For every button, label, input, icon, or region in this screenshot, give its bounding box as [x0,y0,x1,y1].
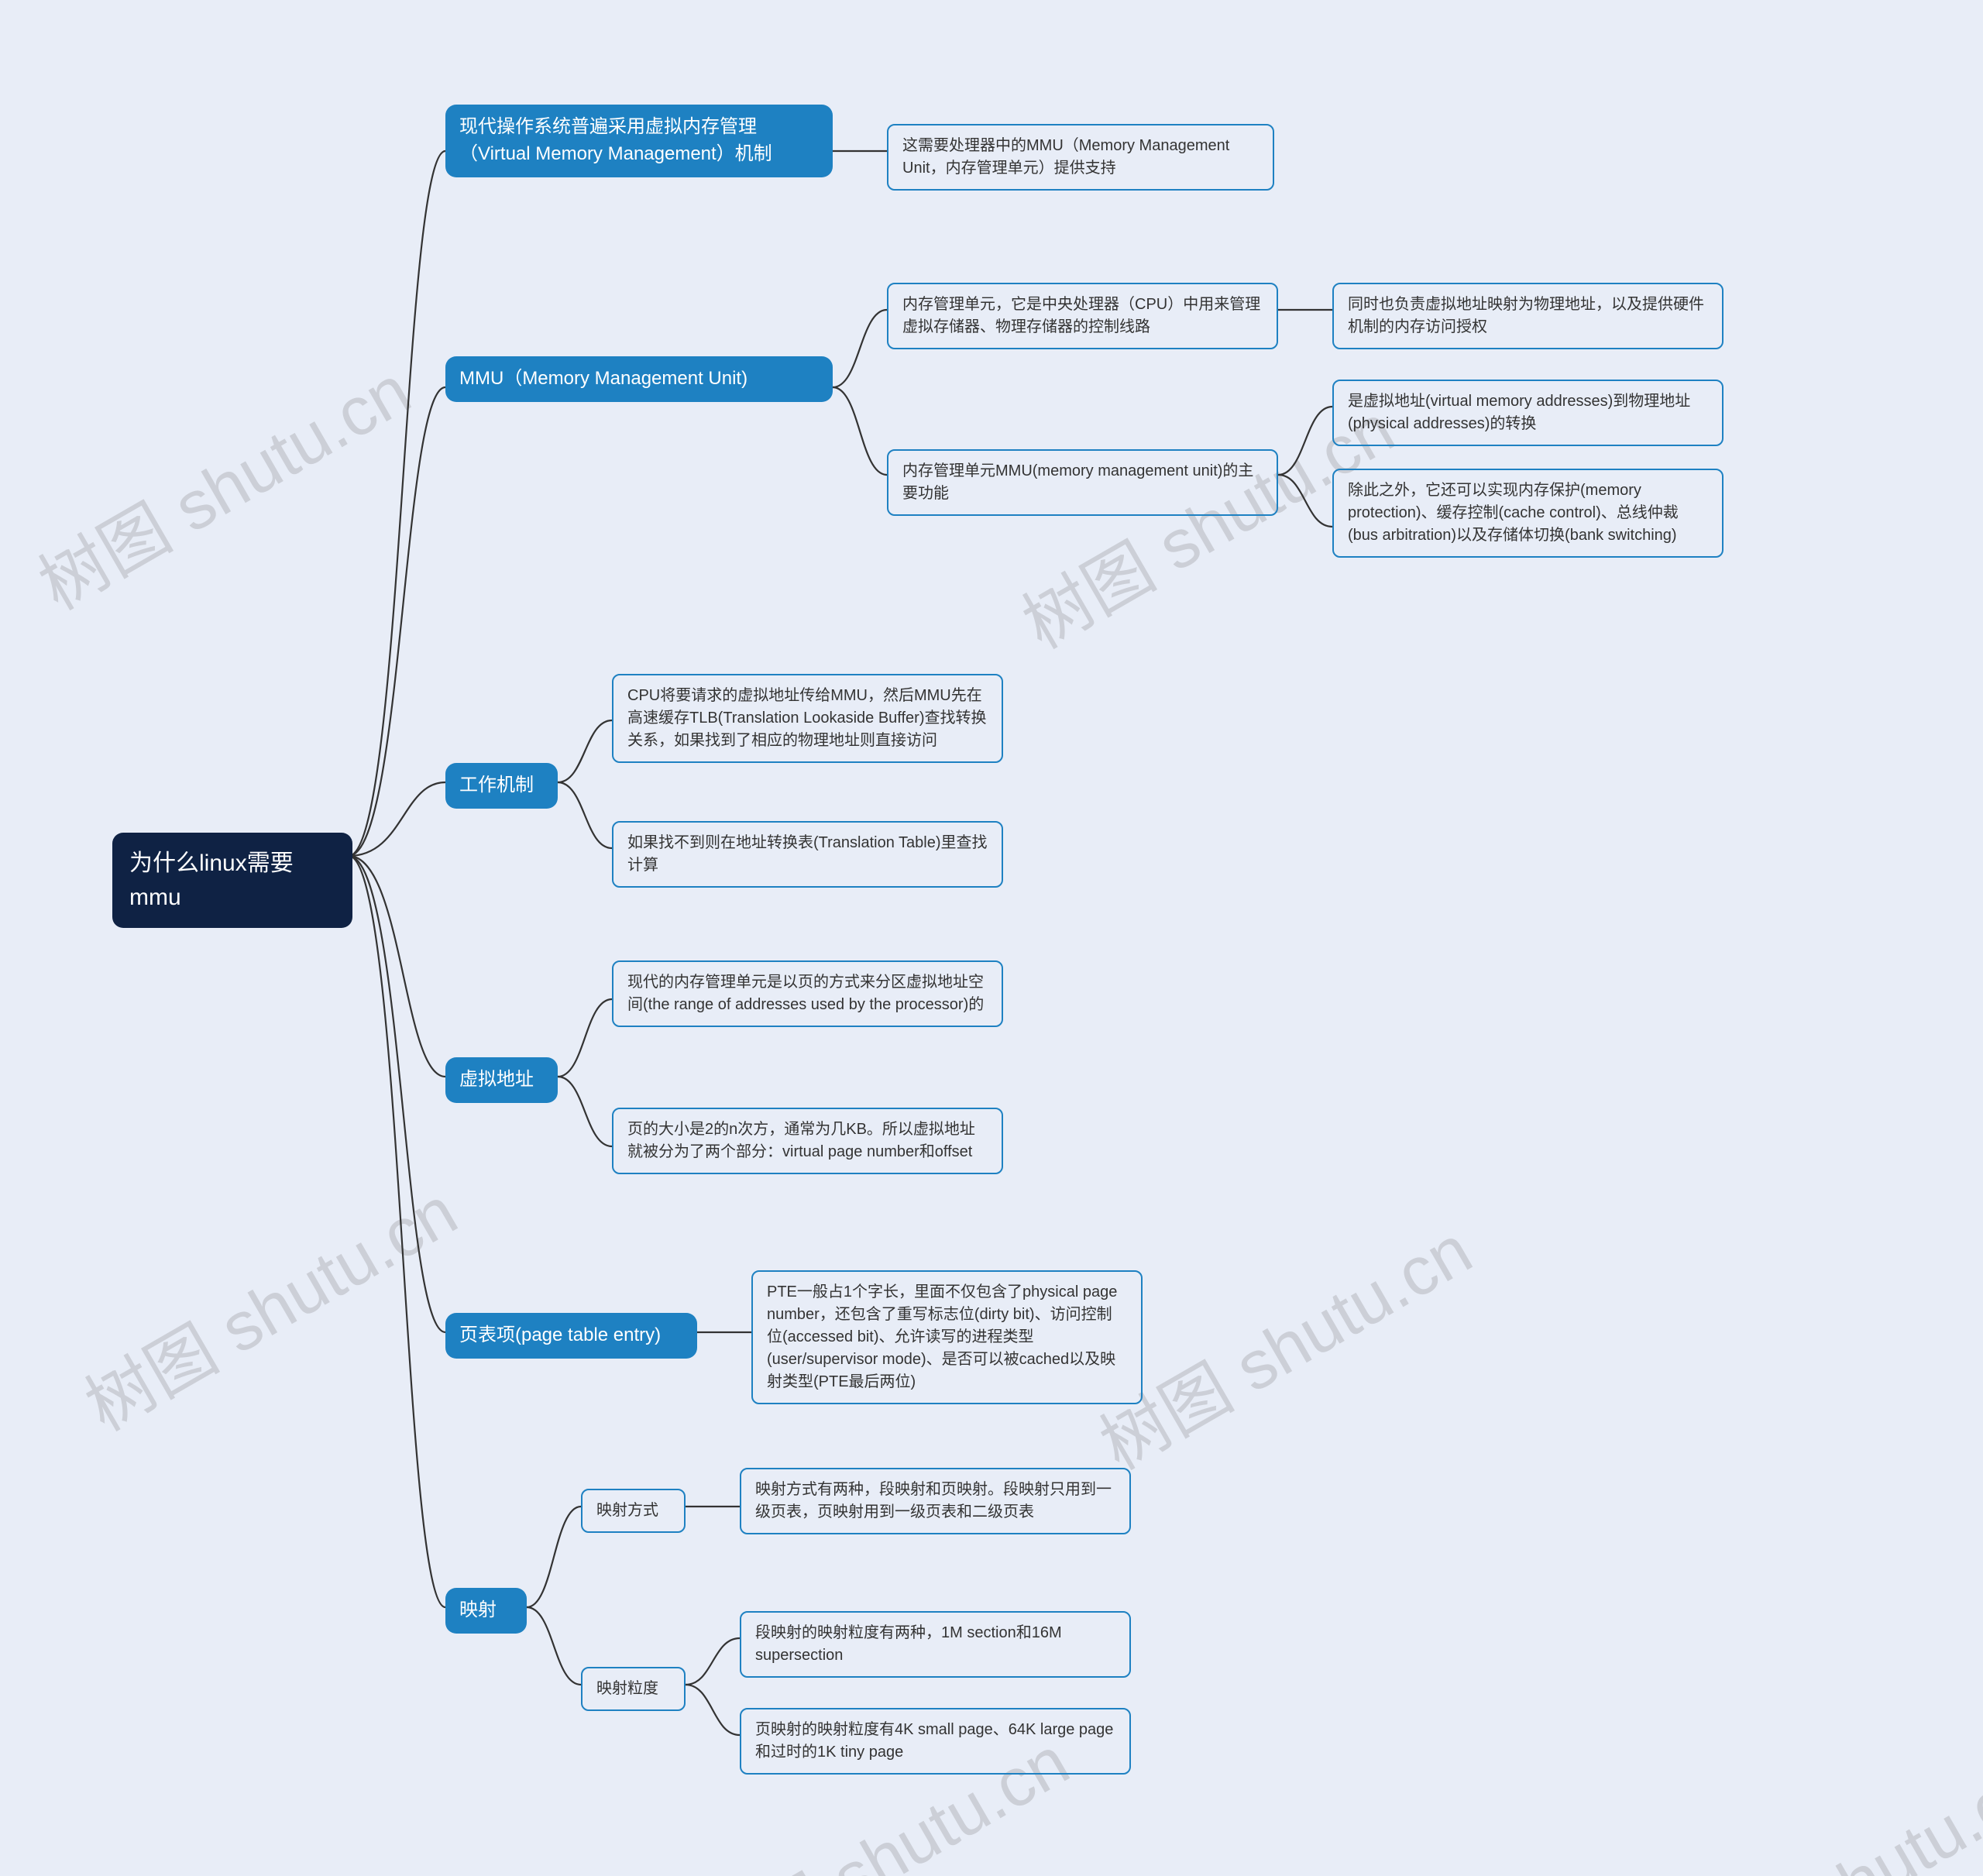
topic-virtual-address[interactable]: 虚拟地址 [445,1057,558,1103]
sub-map-modes[interactable]: 映射方式有两种，段映射和页映射。段映射只用到一级页表，页映射用到一级页表和二级页… [740,1468,1131,1534]
sub-vmm-requires-mmu[interactable]: 这需要处理器中的MMU（Memory Management Unit，内存管理单… [887,124,1274,191]
sub-vaddr-paging[interactable]: 现代的内存管理单元是以页的方式来分区虚拟地址空间(the range of ad… [612,960,1003,1027]
sub-vaddr-page-size[interactable]: 页的大小是2的n次方，通常为几KB。所以虚拟地址就被分为了两个部分：virtua… [612,1108,1003,1174]
sub-map-granularity-label[interactable]: 映射粒度 [581,1667,686,1711]
watermark: 树图 shutu.cn [65,1158,472,1450]
topic-vmm[interactable]: 现代操作系统普遍采用虚拟内存管理（Virtual Memory Manageme… [445,105,833,177]
sub-map-mode-label[interactable]: 映射方式 [581,1489,686,1533]
sub-mmu-translate[interactable]: 是虚拟地址(virtual memory addresses)到物理地址(phy… [1332,380,1724,446]
watermark: 树图 shutu.cn [1653,1731,1983,1876]
sub-mmu-main-functions[interactable]: 内存管理单元MMU(memory management unit)的主要功能 [887,449,1278,516]
root-node[interactable]: 为什么linux需要mmu [112,833,352,928]
sub-mmu-mapping-auth[interactable]: 同时也负责虚拟地址映射为物理地址，以及提供硬件机制的内存访问授权 [1332,283,1724,349]
sub-mmu-definition[interactable]: 内存管理单元，它是中央处理器（CPU）中用来管理虚拟存储器、物理存储器的控制线路 [887,283,1278,349]
topic-mmu[interactable]: MMU（Memory Management Unit) [445,356,833,402]
sub-pte-contents[interactable]: PTE一般占1个字长，里面不仅包含了physical page number，还… [751,1270,1143,1404]
topic-mechanism[interactable]: 工作机制 [445,763,558,809]
connector-layer [0,0,1983,1876]
mindmap-canvas: 树图 shutu.cn 树图 shutu.cn 树图 shutu.cn 树图 s… [0,0,1983,1876]
topic-pte[interactable]: 页表项(page table entry) [445,1313,697,1359]
topic-mapping[interactable]: 映射 [445,1588,527,1634]
watermark: 树图 shutu.cn [19,337,425,629]
sub-mech-tlb[interactable]: CPU将要请求的虚拟地址传给MMU，然后MMU先在高速缓存TLB(Transla… [612,674,1003,763]
sub-mmu-other-functions[interactable]: 除此之外，它还可以实现内存保护(memory protection)、缓存控制(… [1332,469,1724,558]
sub-mech-translation-table[interactable]: 如果找不到则在地址转换表(Translation Table)里查找计算 [612,821,1003,888]
sub-map-page-granularity[interactable]: 页映射的映射粒度有4K small page、64K large page和过时… [740,1708,1131,1775]
sub-map-section-granularity[interactable]: 段映射的映射粒度有两种，1M section和16M supersection [740,1611,1131,1678]
